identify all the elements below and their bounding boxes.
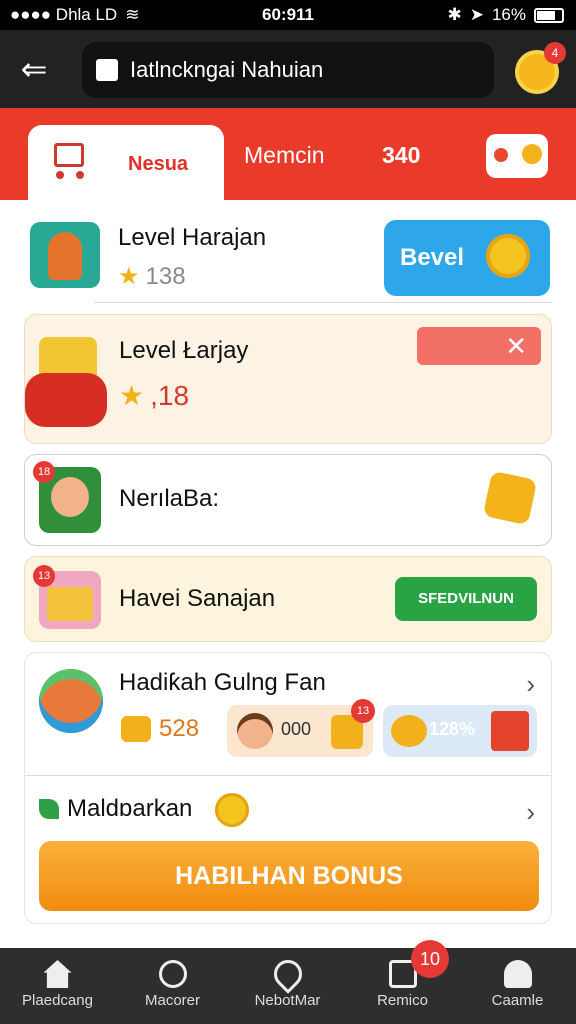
page-icon <box>96 59 118 81</box>
content-list: Level Harajan ★ 138 Bevel Level Łarjay ★,… <box>0 200 576 950</box>
nav-label: NebotMar <box>254 992 321 1009</box>
bottom-navigation: Plaedcang Macorer NebotMar Remico 10 Caa… <box>0 940 576 1024</box>
nav-search[interactable]: Macorer <box>115 948 230 1024</box>
coin-cluster-icon <box>391 715 427 747</box>
bevel-button[interactable]: Bevel <box>384 220 550 296</box>
nav-label: Macorer <box>144 992 200 1009</box>
coin-icon <box>121 716 151 742</box>
arrow-left-icon: ⇐ <box>20 51 48 87</box>
list-item[interactable]: 18 NerılaBa: <box>24 454 552 546</box>
coin-count: 528 <box>121 715 199 743</box>
coin-icon <box>486 234 530 278</box>
reward-value: 000 <box>281 719 312 739</box>
divider <box>25 775 551 776</box>
list-item[interactable]: Level Harajan ★ 138 Bevel <box>24 218 552 304</box>
character-thumbnail <box>30 222 100 288</box>
reward-pill[interactable]: 000 13 <box>227 699 375 757</box>
item-title: Havei Sanajan <box>119 585 276 612</box>
item-rating: ★ ,18 <box>119 380 190 411</box>
list-item[interactable]: 13 Havei Sanajan SFEDVILNUN <box>24 556 552 642</box>
item-rating: ★ 138 <box>118 263 186 290</box>
notifications-button[interactable]: 4 <box>514 42 566 92</box>
nav-label: Remico <box>377 992 428 1009</box>
bluetooth-icon: ✱ <box>447 5 462 24</box>
nav-remico[interactable]: Remico 10 <box>345 940 460 1024</box>
action-button[interactable]: SFEDVILNUN <box>395 577 537 621</box>
card-title: Hadiƙah Gulng Fan <box>119 669 326 696</box>
tab-count[interactable]: 340 <box>382 142 420 169</box>
back-button[interactable]: ⇐ <box>14 50 54 88</box>
star-icon: ★ <box>119 380 145 411</box>
divider <box>94 302 552 303</box>
leaf-icon <box>39 799 59 819</box>
search-icon <box>158 960 187 988</box>
user-icon <box>503 960 532 988</box>
nav-map[interactable]: NebotMar <box>230 948 345 1024</box>
gift-box-icon <box>491 711 529 751</box>
nav-label: Caamle <box>491 992 544 1009</box>
battery-percent: 16% <box>491 5 526 24</box>
chevron-right-icon[interactable]: › <box>526 669 535 700</box>
page-title: Iatlnckngai Nahuian <box>130 57 324 82</box>
nav-badge: 10 <box>411 940 449 978</box>
close-icon: ✕ <box>505 331 527 361</box>
food-thumbnail <box>39 669 103 733</box>
coin-icon <box>522 144 542 164</box>
bonus-card: Hadiƙah Gulng Fan › 528 000 13 128% Mald… <box>24 652 552 924</box>
gift-button[interactable] <box>486 134 548 178</box>
level-badge: 13 <box>33 565 55 587</box>
reward-pill[interactable]: 128% <box>383 705 537 757</box>
address-bar[interactable]: Iatlnckngai Nahuian <box>82 42 494 98</box>
nav-profile[interactable]: Caamle <box>460 948 575 1024</box>
tab-nesua[interactable]: Nesua <box>28 125 224 200</box>
tab-label: Nesua <box>128 153 189 175</box>
level-badge: 18 <box>33 461 55 483</box>
notification-badge: 4 <box>544 42 566 64</box>
battery-icon <box>534 7 564 23</box>
tab-memcin[interactable]: Memcin <box>244 142 325 169</box>
puzzle-icon[interactable] <box>482 470 538 526</box>
nav-home[interactable]: Plaedcang <box>0 948 115 1024</box>
dismiss-button[interactable]: ✕ <box>417 327 541 365</box>
item-title: Level Łarjay <box>119 337 249 364</box>
list-item[interactable]: Level Łarjay ★ ,18 ✕ <box>24 314 552 444</box>
chevron-right-icon[interactable]: › <box>526 797 535 828</box>
item-title: Level Harajan <box>118 224 267 251</box>
bonus-button[interactable]: HABILHAN BONUS <box>39 841 539 911</box>
home-icon <box>43 960 72 988</box>
treasure-thumbnail <box>25 337 107 427</box>
coin-icon <box>215 793 249 827</box>
item-title: NerılaBa: <box>119 485 220 512</box>
location-icon: ➤ <box>469 5 484 24</box>
tab-bar: Nesua Memcin 340 <box>0 108 576 200</box>
gift-icon <box>494 148 508 162</box>
location-pin-icon <box>267 954 308 994</box>
reward-percent: 128% <box>429 719 476 739</box>
reward-badge: 13 <box>351 699 375 723</box>
nav-label: Plaedcang <box>22 992 93 1009</box>
section-subtitle: Maldɒarkan <box>67 795 193 822</box>
cart-icon <box>50 139 92 179</box>
app-bar: ⇐ Iatlnckngai Nahuian 4 <box>0 30 576 108</box>
status-bar: ●●●● Dhla LD ≋ 60:911 ✱ ➤ 16% <box>0 0 576 30</box>
star-icon: ★ <box>118 263 140 290</box>
avatar <box>237 713 273 749</box>
